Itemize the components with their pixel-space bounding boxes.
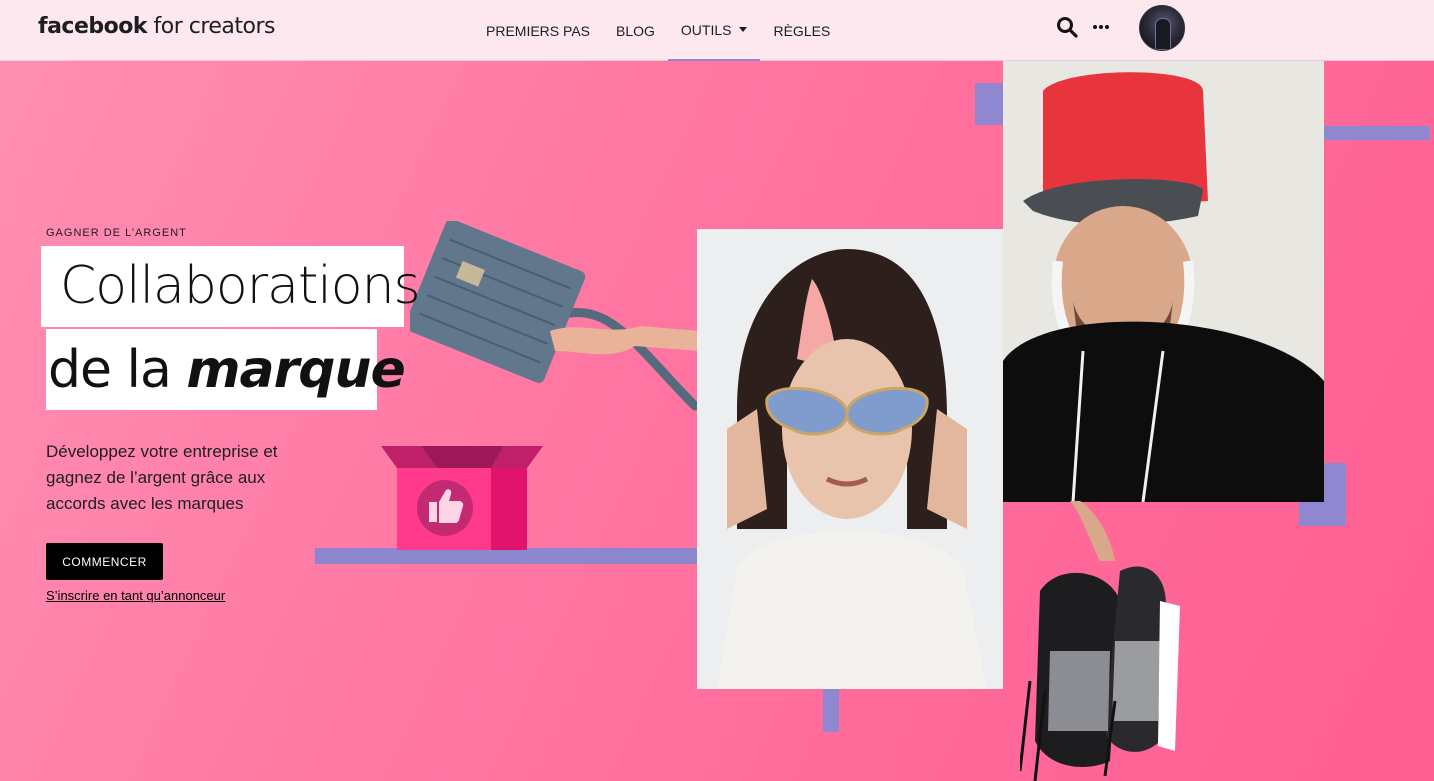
nav-regles[interactable]: RÈGLES bbox=[760, 0, 843, 61]
avatar[interactable] bbox=[1139, 5, 1185, 51]
avatar-figure bbox=[1155, 18, 1171, 50]
nav-blog[interactable]: BLOG bbox=[603, 0, 668, 61]
man-illustration bbox=[1003, 61, 1324, 502]
nav-label: PREMIERS PAS bbox=[486, 22, 590, 39]
logo-light-text: for creators bbox=[147, 14, 276, 39]
title-emphasis: marque bbox=[186, 340, 405, 400]
shelf-decoration bbox=[315, 548, 698, 564]
page-title-line2: de la marque bbox=[48, 340, 406, 400]
advertiser-signup-link[interactable]: S’inscrire en tant qu’annonceur bbox=[46, 588, 225, 603]
nav-label: BLOG bbox=[616, 22, 655, 39]
like-box-illustration bbox=[381, 446, 543, 550]
section-kicker: GAGNER DE L’ARGENT bbox=[46, 227, 187, 239]
main-nav: PREMIERS PAS BLOG OUTILS RÈGLES bbox=[473, 0, 843, 61]
handbag-illustration bbox=[410, 221, 700, 411]
top-header: facebook for creators PREMIERS PAS BLOG … bbox=[0, 0, 1434, 61]
facebook-for-creators-logo[interactable]: facebook for creators bbox=[38, 14, 276, 39]
logo-bold-text: facebook bbox=[38, 14, 148, 39]
nav-outils[interactable]: OUTILS bbox=[667, 0, 761, 61]
nav-label: RÈGLES bbox=[773, 22, 831, 39]
tape-decoration bbox=[823, 689, 839, 732]
search-icon[interactable] bbox=[1056, 16, 1078, 38]
nav-premiers-pas[interactable]: PREMIERS PAS bbox=[473, 0, 603, 61]
chevron-down-icon bbox=[739, 27, 748, 32]
page-title-line1: Collaborations bbox=[60, 256, 421, 316]
commencer-button[interactable]: COMMENCER bbox=[46, 543, 163, 580]
sneakers-illustration bbox=[1020, 501, 1180, 781]
man-photo bbox=[1003, 61, 1324, 502]
woman-photo bbox=[697, 229, 1003, 689]
hero-section: GAGNER DE L’ARGENT Collaborations de la … bbox=[0, 61, 1434, 781]
woman-illustration bbox=[697, 229, 1003, 689]
hero-description: Développez votre entreprise et gagnez de… bbox=[46, 442, 278, 513]
more-dots-icon[interactable] bbox=[1092, 24, 1110, 30]
title-prefix: de la bbox=[48, 340, 187, 400]
nav-label: OUTILS bbox=[680, 21, 732, 38]
